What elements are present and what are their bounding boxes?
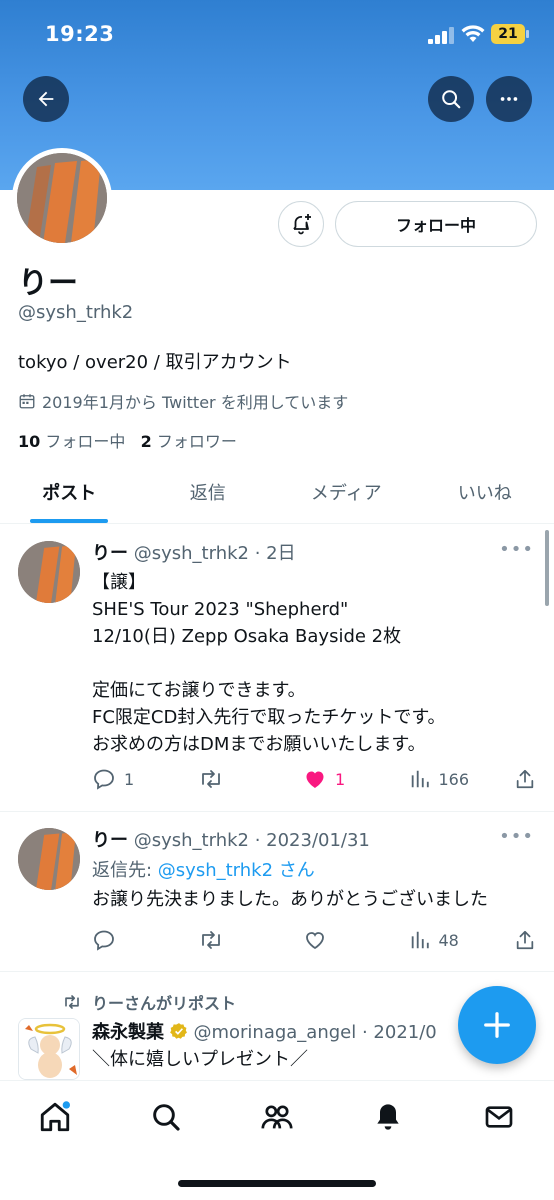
calendar-icon — [19, 394, 35, 409]
repost-button[interactable] — [198, 767, 298, 791]
reply-button[interactable]: 1 — [92, 767, 192, 791]
more-options-button[interactable] — [486, 76, 532, 122]
post-avatar[interactable] — [18, 828, 80, 890]
post-text: 【譲】 SHE'S Tour 2023 "Shepherd" 12/10(日) … — [92, 572, 446, 755]
post-text: お譲り先決まりました。ありがとうございました — [92, 889, 488, 910]
battery-indicator: 21 — [491, 24, 529, 44]
notification-bell-button[interactable] — [278, 201, 324, 247]
views-button[interactable]: 166 — [409, 768, 509, 790]
repost-icon — [201, 931, 220, 949]
nav-notifications[interactable] — [370, 1099, 406, 1135]
post-header: 森永製菓 @morinaga_angel · 2021/0 — [92, 1022, 437, 1043]
following-link[interactable]: 10 フォロー中 — [18, 432, 125, 451]
tab-replies[interactable]: 返信 — [139, 468, 278, 523]
post-item[interactable]: ••• りー @sysh_trhk2 · 2日 【譲】 SHE'S Tour 2… — [0, 525, 554, 812]
reply-to-mention[interactable]: @sysh_trhk2 さん — [158, 860, 315, 881]
compose-post-button[interactable] — [458, 986, 536, 1064]
repost-icon — [65, 995, 79, 1009]
bell-icon — [377, 1104, 399, 1130]
share-button[interactable] — [514, 768, 536, 790]
verified-badge-icon — [169, 1023, 187, 1039]
profile-tabs: ポスト 返信 メディア いいね — [0, 468, 554, 524]
more-dots-icon — [500, 97, 518, 101]
following-button[interactable]: フォロー中 — [335, 201, 537, 247]
nav-communities[interactable] — [259, 1099, 295, 1135]
followers-link[interactable]: 2 フォロワー — [141, 432, 237, 451]
views-button[interactable]: 48 — [409, 929, 509, 951]
joined-date: 2019年1月から Twitter を利用しています — [18, 389, 348, 413]
post-actions: 1 1 166 — [92, 767, 536, 791]
nav-home[interactable] — [37, 1099, 73, 1135]
home-icon — [40, 1101, 71, 1132]
profile-bio: tokyo / over20 / 取引アカウント — [18, 352, 292, 373]
post-header: りー @sysh_trhk2 · 2日 — [92, 543, 296, 564]
share-icon — [516, 930, 534, 950]
heart-filled-icon — [306, 771, 324, 788]
back-button[interactable] — [23, 76, 69, 122]
search-button[interactable] — [428, 76, 474, 122]
share-icon — [516, 769, 534, 789]
post-avatar[interactable] — [18, 541, 80, 603]
follow-stats: 10 フォロー中 2 フォロワー — [18, 428, 237, 452]
post-header: りー @sysh_trhk2 · 2023/01/31 — [92, 830, 370, 851]
post-text: ＼体に嬉しいプレゼント／ — [92, 1049, 308, 1070]
wifi-icon — [461, 25, 485, 42]
repost-indicator: りーさんがリポスト — [62, 990, 236, 1014]
mail-icon — [485, 1106, 513, 1128]
repost-icon — [201, 770, 220, 788]
nav-search[interactable] — [148, 1099, 184, 1135]
views-chart-icon — [411, 770, 429, 788]
reply-icon — [94, 930, 114, 951]
reply-button[interactable] — [92, 928, 192, 952]
profile-avatar[interactable] — [12, 148, 112, 248]
post-item[interactable]: ••• りー @sysh_trhk2 · 2023/01/31 返信先: @sy… — [0, 812, 554, 972]
nav-messages[interactable] — [481, 1099, 517, 1135]
reply-icon — [94, 769, 114, 790]
search-icon — [442, 90, 461, 109]
search-icon — [153, 1104, 180, 1131]
tab-media[interactable]: メディア — [277, 468, 416, 523]
arrow-left-icon — [38, 91, 54, 107]
repost-button[interactable] — [198, 928, 298, 952]
heart-outline-icon — [306, 932, 324, 950]
plus-icon — [484, 1012, 510, 1038]
status-time: 19:23 — [45, 22, 115, 46]
post-avatar[interactable] — [18, 1018, 80, 1080]
post-actions: 48 — [92, 928, 536, 952]
status-bar: 19:23 21 — [0, 0, 554, 70]
tab-posts[interactable]: ポスト — [0, 468, 139, 523]
joined-text: 2019年1月から Twitter を利用しています — [42, 393, 349, 412]
profile-display-name: りー — [18, 266, 78, 301]
profile-handle: @sysh_trhk2 — [18, 302, 134, 323]
communities-icon — [261, 1105, 293, 1129]
tab-likes[interactable]: いいね — [416, 468, 554, 523]
home-indicator — [178, 1180, 376, 1187]
like-button[interactable] — [303, 928, 403, 952]
bell-plus-icon — [293, 214, 311, 235]
like-button[interactable]: 1 — [303, 767, 403, 791]
share-button[interactable] — [514, 929, 536, 951]
cellular-signal-icon — [428, 26, 456, 44]
reply-to-label: 返信先: @sysh_trhk2 さん — [92, 860, 315, 881]
views-chart-icon — [411, 931, 429, 949]
